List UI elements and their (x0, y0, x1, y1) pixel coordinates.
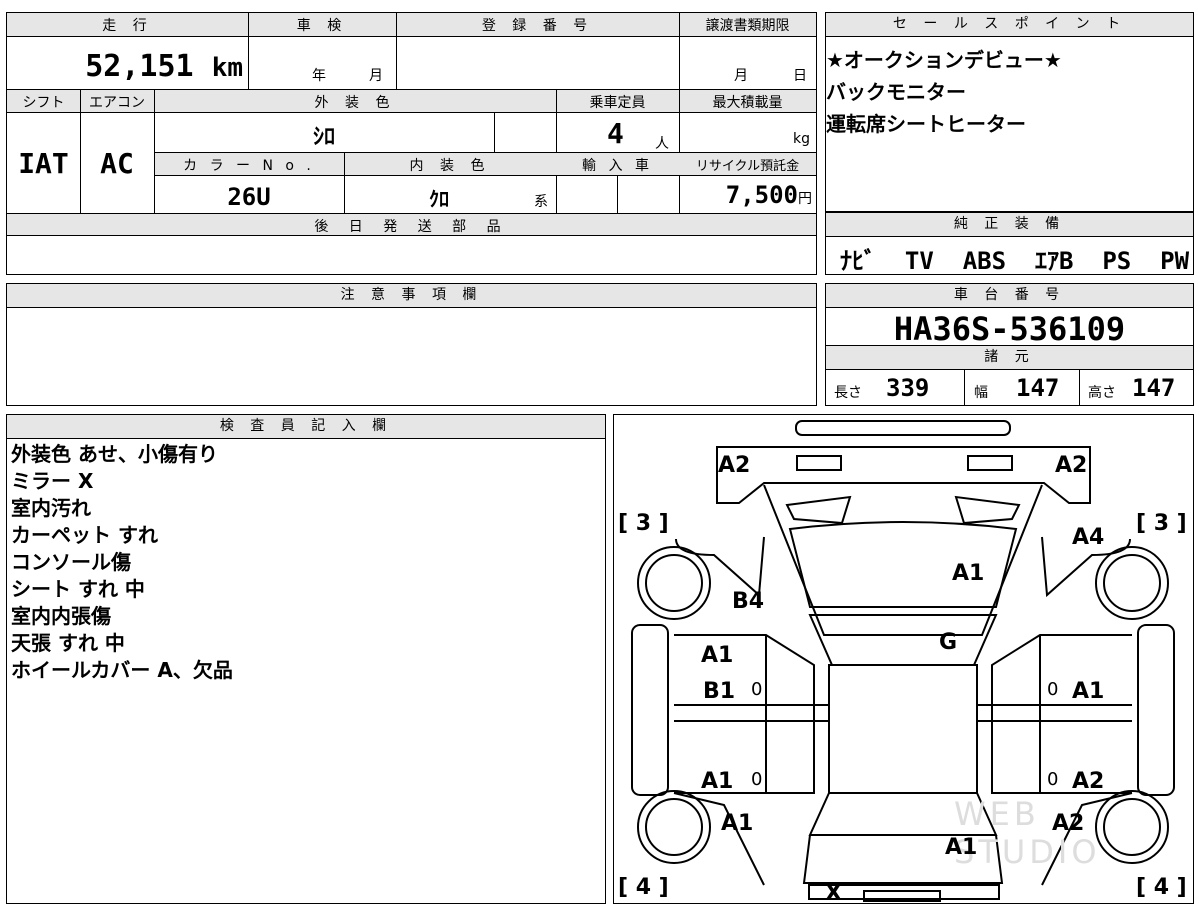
mark-left-fender: B4 (732, 589, 765, 614)
inspector-line-3: 室内汚れ (11, 496, 91, 520)
max-load-unit: kg (793, 131, 810, 147)
mark-windshield: G (939, 630, 958, 655)
exterior-color-value: ｼﾛ (312, 125, 335, 150)
interior-color-suffix: 系 (534, 194, 548, 210)
equipment-header: 純 正 装 備 (826, 213, 1193, 237)
notes-header: 注 意 事 項 欄 (7, 284, 816, 308)
mileage-unit: km (211, 53, 243, 83)
mark-bonnet: A1 (952, 561, 985, 586)
mark-left-front-door-1: A1 (701, 643, 734, 668)
color-no-value: 26U (227, 183, 271, 211)
capacity-header: 乗車定員 (589, 95, 646, 111)
mark-right-rear-door: A2 (1072, 769, 1105, 794)
inspector-line-7: 室内内張傷 (11, 604, 111, 628)
capacity-value: 4 (607, 117, 624, 150)
chassis-header: 車 台 番 号 (826, 284, 1193, 308)
mark-zero-2: 0 (1047, 679, 1059, 700)
transfer-month: 月 (734, 68, 748, 84)
length-value: 339 (886, 374, 930, 402)
aircon-value: AC (100, 147, 134, 180)
mark-zero-4: 0 (1047, 769, 1059, 790)
mark-rear-hatch: A1 (945, 835, 978, 860)
mark-zero-1: 0 (751, 679, 763, 700)
transfer-day: 日 (793, 68, 807, 84)
chassis-number: HA36S-536109 (893, 310, 1126, 348)
mark-left-front-door-2: B1 (703, 679, 736, 704)
width-label: 幅 (974, 385, 988, 401)
inspector-line-5: コンソール傷 (11, 550, 131, 574)
recycle-number: 7,500 (725, 181, 798, 209)
vehicle-info-table: 走 行 車 検 登 録 番 号 譲渡書類期限 52,151 km 年 月 月 日… (6, 12, 817, 275)
inspector-line-8: 天張 すれ 中 (11, 631, 125, 655)
mark-front-right: A2 (1055, 453, 1088, 478)
later-parts-header: 後 日 発 送 部 品 (314, 219, 509, 235)
inspection-month: 月 (369, 68, 383, 84)
mark-right-fender: A4 (1072, 525, 1105, 550)
mark-right-front-door: A1 (1072, 679, 1105, 704)
shift-header: シフト (22, 95, 65, 111)
car-diagram: WEB STUDIO A2 A2 [ 3 ] [ 3 ] A4 A1 B4 G … (613, 414, 1194, 906)
chassis-box: 車 台 番 号 HA36S-536109 諸 元 長さ 339 幅 147 高さ… (825, 283, 1194, 406)
inspector-line-2: ミラー X (11, 469, 94, 493)
inspector-line-1: 外装色 あせ、小傷有り (11, 442, 218, 466)
inspector-header: 検 査 員 記 入 欄 (7, 415, 605, 439)
mark-tire-rear-left: [ 4 ] (618, 875, 669, 900)
inspector-line-4: カーペット すれ (11, 523, 158, 547)
exterior-color-header: 外 装 色 (314, 95, 396, 111)
height-value: 147 (1132, 374, 1176, 402)
mileage-number: 52,151 (85, 49, 194, 84)
recycle-unit: 円 (798, 191, 812, 207)
sales-point-box: セ ー ル ス ポ イ ン ト ★オークションデビュー★ バックモニター 運転席… (825, 12, 1194, 212)
mileage-value: 52,151 km (7, 49, 243, 84)
equip-pw: PW (1160, 247, 1190, 275)
sales-line-3: 運転席シートヒーター (826, 112, 1026, 136)
equip-navi: ﾅﾋﾞ (840, 247, 876, 275)
mileage-header: 走 行 (102, 18, 153, 34)
transfer-deadline-header: 譲渡書類期限 (705, 18, 790, 34)
mark-tire-front-right: [ 3 ] (1136, 511, 1187, 536)
mark-left-quarter: A1 (721, 811, 754, 836)
equip-abs: ABS (962, 247, 1007, 275)
recycle-header: リサイクル預託金 (695, 159, 800, 174)
mark-front-left: A2 (718, 453, 751, 478)
height-label: 高さ (1088, 385, 1116, 401)
mark-tire-front-left: [ 3 ] (618, 511, 669, 536)
mark-tire-rear-right: [ 4 ] (1136, 875, 1187, 900)
sales-line-1: ★オークションデビュー★ (826, 48, 1062, 72)
sales-point-header: セ ー ル ス ポ イ ン ト (826, 13, 1193, 37)
mark-rear-bumper: X (825, 881, 842, 906)
max-load-header: 最大積載量 (712, 95, 783, 111)
length-label: 長さ (834, 385, 862, 401)
recycle-value: 7,500円 (679, 181, 812, 209)
mark-left-rear-door: A1 (701, 769, 734, 794)
import-header: 輸 入 車 (582, 158, 653, 174)
inspection-header: 車 検 (296, 18, 348, 34)
aircon-header: エアコン (89, 95, 145, 111)
inspection-year: 年 (312, 68, 326, 84)
inspector-line-9: ホイールカバー A、欠品 (11, 658, 233, 682)
equip-tv: TV (904, 247, 934, 275)
equip-ps: PS (1102, 247, 1132, 275)
mark-right-quarter: A2 (1052, 811, 1085, 836)
capacity-unit: 人 (655, 136, 669, 152)
reg-number-header: 登 録 番 号 (481, 18, 594, 34)
mark-zero-3: 0 (751, 769, 763, 790)
shift-value: IAT (18, 147, 69, 180)
interior-color-header: 内 装 色 (409, 158, 491, 174)
equipment-box: 純 正 装 備 ﾅﾋﾞ TV ABS ｴｱB PS PW (825, 212, 1194, 275)
notes-box: 注 意 事 項 欄 (6, 283, 817, 406)
sales-line-2: バックモニター (826, 80, 966, 104)
color-no-header: カ ラ ー N o . (183, 158, 315, 174)
inspector-line-6: シート すれ 中 (11, 577, 145, 601)
equipment-list: ﾅﾋﾞ TV ABS ｴｱB PS PW (840, 241, 1189, 276)
width-value: 147 (1016, 374, 1060, 402)
interior-color-value: ｸﾛ (429, 187, 449, 211)
spec-header: 諸 元 (826, 346, 1193, 370)
inspector-box: 検 査 員 記 入 欄 外装色 あせ、小傷有り ミラー X 室内汚れ カーペット… (6, 414, 606, 904)
equip-airbag: ｴｱB (1034, 247, 1074, 275)
